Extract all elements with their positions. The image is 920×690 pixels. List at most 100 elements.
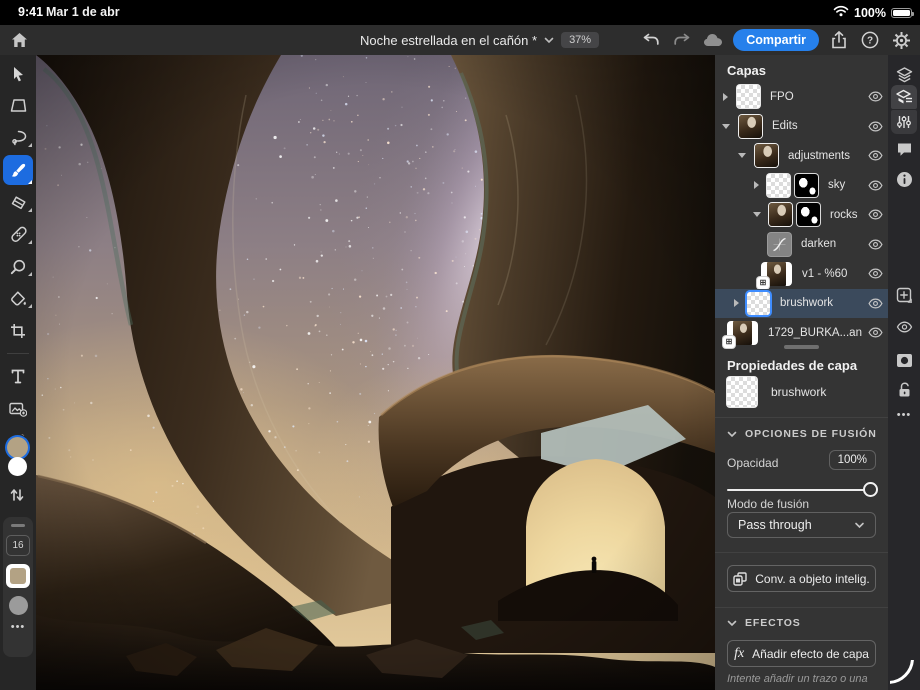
layer-row-brushwork[interactable]: brushwork: [715, 289, 888, 318]
add-layer-effect-button[interactable]: fx Añadir efecto de capa: [727, 640, 876, 667]
opacity-value-field[interactable]: 100%: [829, 450, 876, 470]
tool-place-image[interactable]: [3, 398, 33, 419]
visibility-eye-icon[interactable]: [862, 239, 888, 250]
visibility-eye-icon[interactable]: [862, 121, 888, 132]
tool-magnifier[interactable]: [3, 256, 33, 277]
section-divider: [715, 552, 888, 553]
layer-row-edits[interactable]: Edits: [715, 112, 888, 141]
effects-header[interactable]: EFECTOS: [727, 617, 801, 629]
foreground-color-swatch[interactable]: [7, 437, 28, 458]
layer-thumbnail[interactable]: [769, 203, 792, 226]
layer-row-adjustments[interactable]: adjustments: [715, 141, 888, 170]
rail-divider: [7, 353, 29, 354]
effects-hint-text: Intente añadir un trazo o una: [727, 673, 868, 685]
collapse-arrow-icon[interactable]: [738, 153, 746, 158]
swap-colors-icon[interactable]: [8, 487, 26, 508]
zoom-level-badge[interactable]: 37%: [561, 32, 599, 48]
slider-knob[interactable]: [863, 482, 878, 497]
visibility-eye-icon[interactable]: [862, 327, 888, 338]
document-canvas[interactable]: [36, 55, 715, 690]
layer-row-sky[interactable]: sky: [715, 171, 888, 200]
tool-type[interactable]: [3, 366, 33, 387]
layer-name: 1729_BURKA...anced-NR33: [768, 327, 862, 339]
blend-mode-dropdown[interactable]: Pass through: [727, 512, 876, 538]
brush-preview-swatch[interactable]: [9, 596, 28, 615]
status-date: Mar 1 de abr: [46, 5, 120, 19]
expand-arrow-icon[interactable]: [734, 299, 739, 307]
visibility-eye-icon[interactable]: [862, 298, 888, 309]
redo-button[interactable]: [671, 29, 693, 51]
smart-object-thumbnail[interactable]: ⊞: [727, 321, 758, 345]
chevron-down-icon: [854, 522, 865, 529]
layer-name: adjustments: [788, 150, 862, 162]
blend-options-header[interactable]: OPCIONES DE FUSIÓN: [727, 428, 877, 440]
smart-object-icon: [733, 572, 747, 586]
convert-to-smart-object-button[interactable]: Conv. a objeto intelig.: [727, 565, 876, 592]
battery-percent: 100%: [854, 6, 886, 20]
tool-healing-brush[interactable]: [3, 224, 33, 245]
brush-size-field[interactable]: 16: [6, 535, 30, 556]
more-options-button[interactable]: •••: [11, 624, 26, 630]
smart-object-thumbnail[interactable]: ⊞: [761, 262, 792, 286]
info-icon[interactable]: [891, 167, 917, 191]
comments-icon[interactable]: [891, 137, 917, 161]
layer-mask-button[interactable]: [891, 348, 917, 372]
tool-lasso[interactable]: [3, 127, 33, 148]
layer-row-v1[interactable]: ⊞ v1 - %60: [715, 259, 888, 288]
more-panels-button[interactable]: •••: [891, 403, 917, 427]
panel-splitter-handle[interactable]: [784, 345, 819, 349]
visibility-eye-icon[interactable]: [862, 91, 888, 102]
settings-gear-icon[interactable]: [890, 29, 912, 51]
tool-crop[interactable]: [3, 320, 33, 341]
panel-drag-handle[interactable]: [11, 524, 25, 527]
document-title: Noche estrellada en el cañón *: [360, 33, 537, 48]
title-chevron-down-icon[interactable]: [544, 31, 554, 49]
export-icon[interactable]: [828, 29, 850, 51]
stacked-layers-icon[interactable]: [891, 63, 917, 87]
layer-thumbnail-selected[interactable]: [747, 292, 770, 315]
visibility-eye-icon[interactable]: [862, 150, 888, 161]
collapse-arrow-icon[interactable]: [753, 212, 761, 217]
properties-panel-button-active[interactable]: [891, 110, 917, 134]
layer-row-1729[interactable]: ⊞ 1729_BURKA...anced-NR33: [715, 318, 888, 347]
photoshop-ipad-app: 9:41 Mar 1 de abr 100% Noche estrellada …: [0, 0, 920, 690]
tool-eraser[interactable]: [3, 192, 33, 213]
layer-thumbnail[interactable]: [739, 115, 762, 138]
tool-move[interactable]: [3, 63, 33, 84]
lock-layer-button[interactable]: [891, 378, 917, 402]
device-corner-decoration: [890, 660, 918, 688]
layer-mask-thumbnail[interactable]: [797, 203, 820, 226]
opacity-slider[interactable]: [727, 482, 876, 498]
tool-transform[interactable]: [3, 95, 33, 116]
layer-name: rocks: [830, 209, 862, 221]
collapse-arrow-icon[interactable]: [722, 124, 730, 129]
layer-thumbnail[interactable]: [737, 85, 760, 108]
layer-thumbnail[interactable]: [755, 144, 778, 167]
layer-row-rocks[interactable]: rocks: [715, 200, 888, 229]
layer-mask-thumbnail[interactable]: [795, 174, 818, 197]
layer-name: brushwork: [780, 297, 862, 309]
cloud-sync-icon[interactable]: [702, 29, 724, 51]
expand-arrow-icon[interactable]: [723, 93, 728, 101]
chevron-down-icon: [727, 431, 737, 438]
home-button[interactable]: [8, 29, 30, 51]
layer-thumbnail[interactable]: [767, 174, 790, 197]
visibility-eye-icon[interactable]: [862, 209, 888, 220]
background-color-swatch[interactable]: [8, 457, 27, 476]
layer-row-darken[interactable]: darken: [715, 230, 888, 259]
selected-layer-name: brushwork: [771, 385, 826, 399]
visibility-eye-icon[interactable]: [862, 268, 888, 279]
visibility-eye-icon[interactable]: [862, 180, 888, 191]
layer-row-fpo[interactable]: FPO: [715, 82, 888, 111]
visibility-eye-button[interactable]: [891, 315, 917, 339]
layers-panel-button-active[interactable]: [891, 85, 917, 109]
add-layer-button[interactable]: [891, 283, 917, 307]
curves-adjustment-thumbnail[interactable]: [768, 233, 791, 256]
undo-button[interactable]: [640, 29, 662, 51]
expand-arrow-icon[interactable]: [754, 181, 759, 189]
help-icon[interactable]: ?: [859, 29, 881, 51]
brush-color-chip[interactable]: [6, 564, 30, 588]
share-button[interactable]: Compartir: [733, 29, 819, 51]
tool-fill[interactable]: [3, 288, 33, 309]
tool-brush[interactable]: [3, 155, 33, 185]
